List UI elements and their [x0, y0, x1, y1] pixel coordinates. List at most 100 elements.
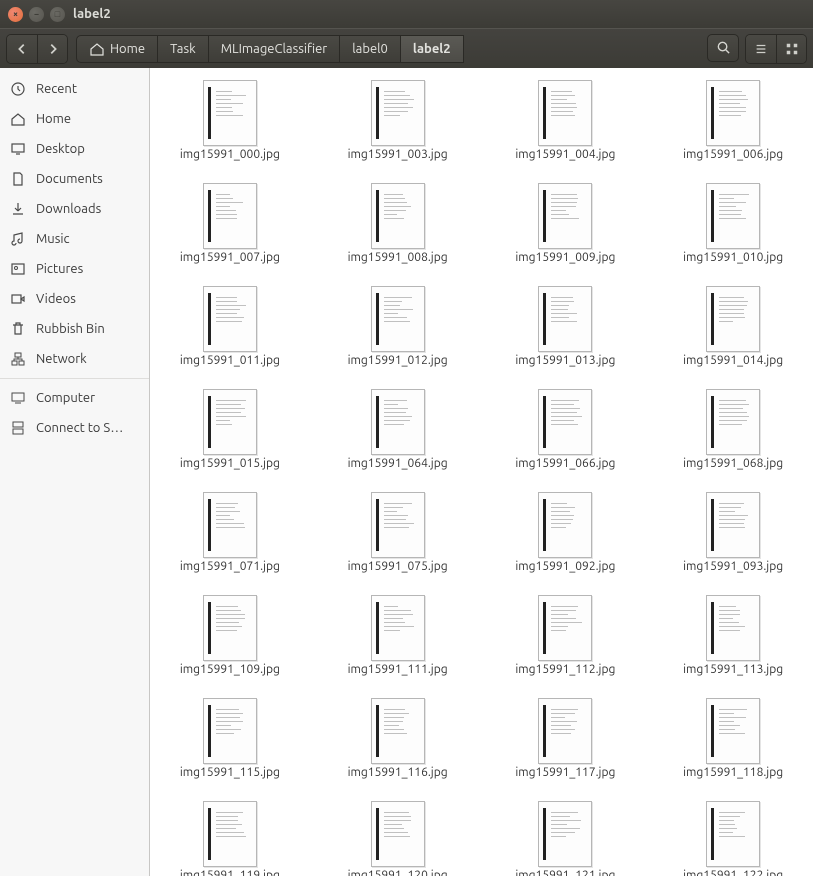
file-item[interactable]: img15991_109.jpg: [160, 595, 300, 676]
file-item[interactable]: img15991_116.jpg: [328, 698, 468, 779]
file-label: img15991_116.jpg: [348, 766, 448, 779]
file-item[interactable]: img15991_010.jpg: [663, 183, 803, 264]
sidebar-item-home[interactable]: Home: [0, 104, 149, 134]
path-segment[interactable]: MLImageClassifier: [208, 35, 341, 63]
file-label: img15991_109.jpg: [180, 663, 280, 676]
pictures-icon: [10, 261, 26, 277]
file-item[interactable]: img15991_003.jpg: [328, 80, 468, 161]
close-button[interactable]: ×: [8, 7, 23, 22]
minimize-button[interactable]: −: [29, 7, 44, 22]
file-label: img15991_007.jpg: [180, 251, 280, 264]
file-item[interactable]: img15991_009.jpg: [496, 183, 636, 264]
file-item[interactable]: img15991_120.jpg: [328, 801, 468, 876]
file-item[interactable]: img15991_112.jpg: [496, 595, 636, 676]
file-label: img15991_006.jpg: [683, 148, 783, 161]
network-icon: [10, 351, 26, 367]
file-item[interactable]: img15991_007.jpg: [160, 183, 300, 264]
file-item[interactable]: img15991_006.jpg: [663, 80, 803, 161]
file-thumbnail: [203, 698, 257, 764]
file-item[interactable]: img15991_015.jpg: [160, 389, 300, 470]
file-item[interactable]: img15991_121.jpg: [496, 801, 636, 876]
file-item[interactable]: img15991_004.jpg: [496, 80, 636, 161]
file-thumbnail: [371, 492, 425, 558]
back-button[interactable]: [7, 35, 37, 63]
file-item[interactable]: img15991_071.jpg: [160, 492, 300, 573]
downloads-icon: [10, 201, 26, 217]
path-segment[interactable]: label2: [400, 35, 464, 63]
music-icon: [10, 231, 26, 247]
icon-view-button[interactable]: [776, 35, 806, 63]
sidebar-item-rubbish-bin[interactable]: Rubbish Bin: [0, 314, 149, 344]
sidebar-item-videos[interactable]: Videos: [0, 284, 149, 314]
path-segment[interactable]: label0: [339, 35, 401, 63]
file-item[interactable]: img15991_119.jpg: [160, 801, 300, 876]
documents-icon: [10, 171, 26, 187]
file-label: img15991_111.jpg: [348, 663, 448, 676]
sidebar-item-downloads[interactable]: Downloads: [0, 194, 149, 224]
file-thumbnail: [371, 80, 425, 146]
sidebar-item-connect-to-s-[interactable]: Connect to S…: [0, 413, 149, 443]
file-item[interactable]: img15991_068.jpg: [663, 389, 803, 470]
file-item[interactable]: img15991_000.jpg: [160, 80, 300, 161]
sidebar: Recent Home Desktop Documents Downloads Music…: [0, 68, 150, 876]
file-item[interactable]: img15991_115.jpg: [160, 698, 300, 779]
sidebar-item-network[interactable]: Network: [0, 344, 149, 374]
sidebar-item-music[interactable]: Music: [0, 224, 149, 254]
file-item[interactable]: img15991_013.jpg: [496, 286, 636, 367]
path-label: MLImageClassifier: [221, 42, 328, 56]
file-item[interactable]: img15991_008.jpg: [328, 183, 468, 264]
sidebar-item-desktop[interactable]: Desktop: [0, 134, 149, 164]
file-item[interactable]: img15991_117.jpg: [496, 698, 636, 779]
file-item[interactable]: img15991_066.jpg: [496, 389, 636, 470]
sidebar-item-documents[interactable]: Documents: [0, 164, 149, 194]
list-view-button[interactable]: [746, 35, 776, 63]
path-home[interactable]: Home: [76, 35, 158, 63]
sidebar-item-label: Music: [36, 232, 70, 246]
file-label: img15991_015.jpg: [180, 457, 280, 470]
sidebar-item-label: Connect to S…: [36, 421, 123, 435]
path-label: Home: [110, 42, 145, 56]
sidebar-item-label: Pictures: [36, 262, 83, 276]
file-item[interactable]: img15991_092.jpg: [496, 492, 636, 573]
path-segment[interactable]: Task: [157, 35, 209, 63]
file-item[interactable]: img15991_014.jpg: [663, 286, 803, 367]
sidebar-item-computer[interactable]: Computer: [0, 383, 149, 413]
file-label: img15991_011.jpg: [180, 354, 280, 367]
file-item[interactable]: img15991_012.jpg: [328, 286, 468, 367]
path-label: label2: [413, 42, 451, 56]
sidebar-item-label: Home: [36, 112, 71, 126]
content-area[interactable]: img15991_000.jpg img15991_003.jpg img15991…: [150, 68, 813, 876]
file-item[interactable]: img15991_111.jpg: [328, 595, 468, 676]
sidebar-item-recent[interactable]: Recent: [0, 74, 149, 104]
file-thumbnail: [538, 80, 592, 146]
sidebar-item-label: Recent: [36, 82, 77, 96]
file-thumbnail: [706, 80, 760, 146]
toolbar: Home Task MLImageClassifier label0 label2: [0, 28, 813, 68]
maximize-button[interactable]: □: [50, 7, 65, 22]
file-label: img15991_014.jpg: [683, 354, 783, 367]
file-label: img15991_121.jpg: [515, 869, 615, 876]
computer-icon: [10, 390, 26, 406]
file-label: img15991_009.jpg: [515, 251, 615, 264]
file-item[interactable]: img15991_118.jpg: [663, 698, 803, 779]
file-label: img15991_093.jpg: [683, 560, 783, 573]
file-item[interactable]: img15991_011.jpg: [160, 286, 300, 367]
file-thumbnail: [706, 801, 760, 867]
sidebar-item-label: Documents: [36, 172, 103, 186]
file-thumbnail: [203, 80, 257, 146]
file-item[interactable]: img15991_122.jpg: [663, 801, 803, 876]
trash-icon: [10, 321, 26, 337]
file-thumbnail: [538, 286, 592, 352]
file-item[interactable]: img15991_075.jpg: [328, 492, 468, 573]
forward-button[interactable]: [37, 35, 67, 63]
file-label: img15991_013.jpg: [515, 354, 615, 367]
sidebar-item-pictures[interactable]: Pictures: [0, 254, 149, 284]
file-thumbnail: [203, 801, 257, 867]
home-icon: [89, 41, 105, 57]
file-item[interactable]: img15991_113.jpg: [663, 595, 803, 676]
file-thumbnail: [203, 183, 257, 249]
file-item[interactable]: img15991_064.jpg: [328, 389, 468, 470]
file-label: img15991_075.jpg: [348, 560, 448, 573]
file-item[interactable]: img15991_093.jpg: [663, 492, 803, 573]
search-button[interactable]: [707, 34, 739, 62]
